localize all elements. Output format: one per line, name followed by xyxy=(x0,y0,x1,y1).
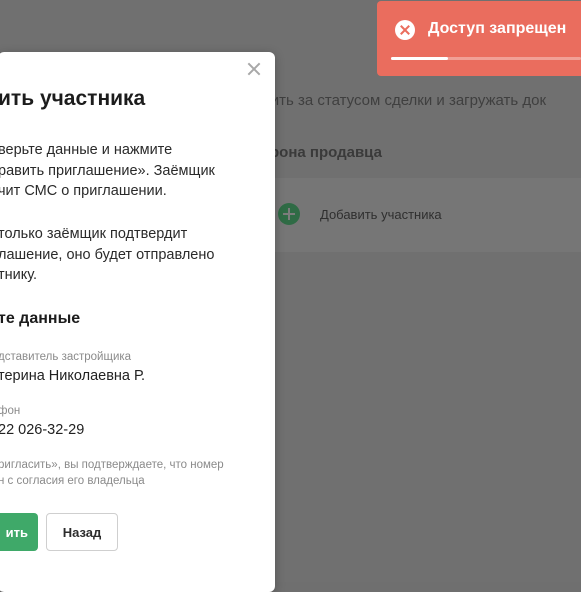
instructions-line: верьте данные и нажмите xyxy=(0,142,173,158)
instructions-line: равить приглашение». Заёмщик xyxy=(0,162,215,179)
phone-value: 22 026-32-29 xyxy=(0,422,85,438)
back-button[interactable]: Назад xyxy=(46,513,118,551)
add-participant-label[interactable]: Добавить участника xyxy=(320,207,442,222)
consent-note: ригласить», вы подтверждаете, что номер … xyxy=(0,457,224,489)
page-intro-text: дить за статусом сделки и загружать док xyxy=(262,92,547,109)
modal-title: ить участника xyxy=(0,87,146,110)
confirmation-paragraph: только заёмщик подтвердит лашение, оно б… xyxy=(0,224,214,286)
toast-progress-track xyxy=(391,57,581,60)
plus-circle-icon[interactable] xyxy=(278,203,300,225)
representative-value: терина Николаевна Р. xyxy=(0,368,145,384)
representative-label: дставитель застройщика xyxy=(0,351,132,363)
seller-side-title: рона продавца xyxy=(270,144,382,161)
error-close-icon xyxy=(395,20,415,40)
error-toast[interactable]: Доступ запрещен xyxy=(377,1,581,76)
invite-button[interactable]: ить xyxy=(0,513,38,551)
confirmation-line: тнику. xyxy=(0,267,38,283)
consent-note-line: ригласить», вы подтверждаете, что номер xyxy=(0,459,224,471)
consent-note-line: н с согласия его владельца xyxy=(0,475,145,487)
instructions-paragraph: верьте данные и нажмите равить приглашен… xyxy=(0,140,215,202)
toast-message: Доступ запрещен xyxy=(428,20,567,37)
data-section-heading: те данные xyxy=(0,310,81,327)
phone-label: фон xyxy=(0,405,21,417)
confirmation-line: только заёмщик подтвердит xyxy=(0,226,188,242)
add-participant-modal: ить участника верьте данные и нажмите ра… xyxy=(0,52,275,592)
confirmation-line: лашение, оно будет отправлено xyxy=(0,246,215,263)
toast-progress-fill xyxy=(391,57,448,60)
instructions-line: чит СМС о приглашении. xyxy=(0,183,167,199)
close-icon[interactable] xyxy=(245,60,263,78)
